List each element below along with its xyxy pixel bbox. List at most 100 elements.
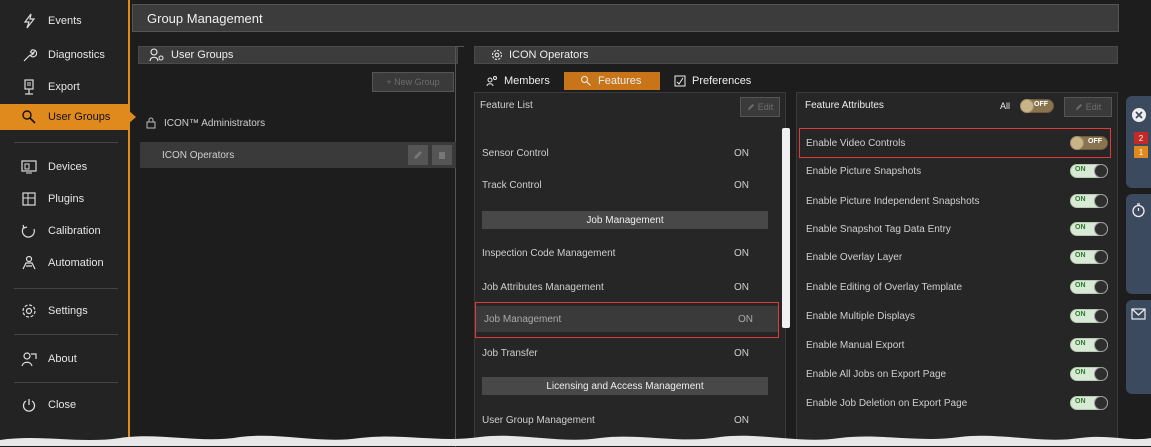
trash-icon — [439, 152, 445, 159]
feature-name: Sensor Control — [482, 147, 549, 159]
feature-name: Inspection Code Management — [482, 247, 616, 259]
toggle-text: ON — [1075, 166, 1086, 173]
attribute-toggle[interactable]: ON — [1070, 194, 1108, 208]
group-row-administrators[interactable]: ICON™ Administrators — [140, 110, 456, 136]
toggle-knob — [1070, 136, 1084, 150]
error-count-badge[interactable]: 2 — [1134, 132, 1148, 144]
warning-count-badge[interactable]: 1 — [1134, 146, 1148, 158]
attribute-row-snapshot-tag[interactable]: Enable Snapshot Tag Data Entry ON — [800, 216, 1114, 242]
attribute-row-video-controls[interactable]: Enable Video Controls OFF — [800, 130, 1114, 156]
feature-value: ON — [734, 179, 749, 191]
attribute-row-overlay-template[interactable]: Enable Editing of Overlay Template ON — [800, 274, 1114, 300]
feature-list-edit-button[interactable]: Edit — [740, 97, 780, 117]
toggle-knob — [1094, 164, 1108, 178]
attribute-name: Enable Multiple Displays — [806, 310, 915, 322]
feature-row-job-management[interactable]: Job Management ON — [476, 306, 778, 332]
feature-name: Track Control — [482, 179, 542, 191]
sidebar-item-user-groups[interactable]: User Groups — [0, 104, 136, 130]
sidebar-item-settings[interactable]: Settings — [6, 298, 122, 324]
all-label: All — [1000, 101, 1011, 111]
tab-label: Features — [598, 75, 642, 87]
close-circle-icon[interactable] — [1132, 108, 1146, 122]
group-row-operators[interactable]: ICON Operators — [140, 142, 456, 168]
torn-edge-decoration — [0, 435, 1151, 446]
sidebar-item-label: Plugins — [48, 193, 85, 205]
attribute-toggle[interactable]: ON — [1070, 396, 1108, 410]
sidebar-item-diagnostics[interactable]: Diagnostics — [6, 42, 122, 68]
attribute-toggle[interactable]: OFF — [1070, 136, 1108, 150]
attribute-name: Enable Video Controls — [806, 137, 906, 149]
toggle-knob — [1094, 280, 1108, 294]
attribute-name: Enable Overlay Layer — [806, 251, 903, 263]
toggle-text: ON — [1075, 282, 1086, 289]
feature-value: ON — [734, 147, 749, 159]
feature-row-job-attributes[interactable]: Job Attributes Management ON — [474, 274, 774, 300]
feature-value: ON — [738, 313, 753, 325]
mail-icon[interactable] — [1131, 308, 1146, 320]
feature-row-job-transfer[interactable]: Job Transfer ON — [474, 340, 774, 366]
sidebar-item-plugins[interactable]: Plugins — [6, 186, 122, 212]
attribute-row-multiple-displays[interactable]: Enable Multiple Displays ON — [800, 303, 1114, 329]
feature-row-sensor-control[interactable]: Sensor Control ON — [474, 140, 774, 166]
attribute-row-picture-snapshots[interactable]: Enable Picture Snapshots ON — [800, 158, 1114, 184]
tab-features[interactable]: Features — [564, 72, 660, 90]
toggle-text: OFF — [1034, 101, 1048, 108]
preferences-icon — [674, 75, 686, 87]
attribute-name: Enable All Jobs on Export Page — [806, 368, 947, 380]
attribute-toggle[interactable]: ON — [1070, 367, 1108, 381]
attribute-row-overlay-layer[interactable]: Enable Overlay Layer ON — [800, 244, 1114, 270]
sidebar-item-label: User Groups — [48, 111, 111, 123]
attribute-row-all-jobs-export[interactable]: Enable All Jobs on Export Page ON — [800, 361, 1114, 387]
tab-members[interactable]: Members — [486, 72, 558, 90]
toggle-text: ON — [1075, 224, 1086, 231]
toggle-knob — [1094, 396, 1108, 410]
feature-row-user-group-management[interactable]: User Group Management ON — [474, 407, 774, 433]
sidebar-item-calibration[interactable]: Calibration — [6, 218, 122, 244]
attributes-edit-button[interactable]: Edit — [1064, 97, 1112, 117]
user-groups-header: User Groups — [138, 46, 458, 64]
toggle-knob — [1094, 338, 1108, 352]
feature-list-scrollbar[interactable] — [782, 128, 790, 328]
sidebar-item-label: About — [48, 353, 77, 365]
members-icon — [486, 75, 498, 87]
sidebar-divider — [14, 288, 118, 289]
feature-row-track-control[interactable]: Track Control ON — [474, 172, 774, 198]
feature-name: Job Attributes Management — [482, 281, 604, 293]
automation-icon — [18, 254, 40, 272]
sidebar-item-devices[interactable]: Devices — [6, 154, 122, 180]
feature-name: Job Management — [484, 313, 562, 325]
new-group-button[interactable]: + New Group — [372, 72, 454, 92]
toggle-text: ON — [1075, 196, 1086, 203]
attribute-toggle[interactable]: ON — [1070, 250, 1108, 264]
attribute-row-independent-snapshots[interactable]: Enable Picture Independent Snapshots ON — [800, 188, 1114, 214]
export-icon — [18, 78, 40, 96]
attribute-toggle[interactable]: ON — [1070, 280, 1108, 294]
user-groups-title: User Groups — [171, 49, 234, 61]
attribute-row-job-deletion[interactable]: Enable Job Deletion on Export Page ON — [800, 390, 1114, 416]
sidebar-item-export[interactable]: Export — [6, 74, 122, 100]
panel-frame — [455, 46, 464, 447]
operators-title: ICON Operators — [509, 49, 589, 61]
attribute-row-manual-export[interactable]: Enable Manual Export ON — [800, 332, 1114, 358]
tab-bar: Members Features Preferences — [474, 72, 1118, 90]
delete-group-button[interactable] — [432, 145, 452, 165]
attribute-toggle[interactable]: ON — [1070, 309, 1108, 323]
all-toggle[interactable]: OFF — [1020, 99, 1054, 113]
attribute-toggle[interactable]: ON — [1070, 222, 1108, 236]
edit-group-button[interactable] — [408, 145, 428, 165]
sidebar-item-label: Calibration — [48, 225, 101, 237]
sidebar-divider — [14, 382, 118, 383]
sidebar-item-automation[interactable]: Automation — [6, 250, 122, 276]
attribute-toggle[interactable]: ON — [1070, 164, 1108, 178]
sidebar-item-about[interactable]: About — [6, 346, 122, 372]
stopwatch-icon[interactable] — [1131, 202, 1146, 218]
feature-name: User Group Management — [482, 414, 595, 426]
attribute-toggle[interactable]: ON — [1070, 338, 1108, 352]
sidebar-item-close[interactable]: Close — [6, 392, 122, 418]
group-name: ICON Operators — [162, 149, 235, 161]
sidebar-item-events[interactable]: Events — [6, 8, 122, 34]
attribute-name: Enable Picture Snapshots — [806, 165, 922, 177]
section-job-management: Job Management — [482, 211, 768, 229]
feature-row-inspection-code[interactable]: Inspection Code Management ON — [474, 240, 774, 266]
tab-preferences[interactable]: Preferences — [674, 72, 774, 90]
